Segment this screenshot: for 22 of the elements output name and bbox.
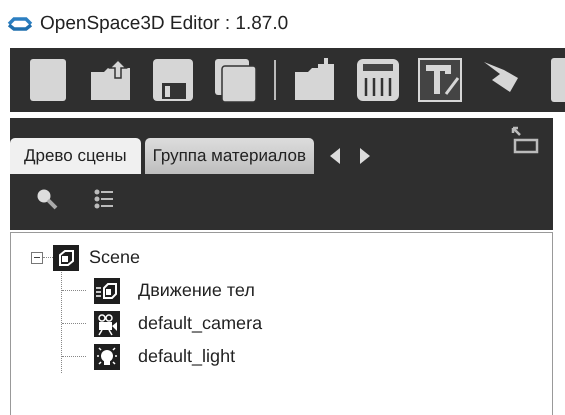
tab[interactable]: Группа материалов: [144, 138, 314, 174]
window-title: OpenSpace3D Editor : 1.87.0: [40, 13, 288, 35]
tree-item[interactable]: default_light: [138, 346, 236, 367]
tree-item[interactable]: Scene: [89, 247, 140, 268]
right-arrow-icon[interactable]: [360, 148, 370, 164]
list-icon[interactable]: [94, 188, 114, 210]
left-arrow-icon[interactable]: [330, 148, 340, 164]
film-camera-icon: [94, 310, 120, 336]
tree-item[interactable]: default_camera: [138, 313, 262, 334]
tree-item[interactable]: Движение тел: [138, 280, 255, 301]
cube-icon: [53, 244, 79, 270]
restore-window-icon[interactable]: [511, 126, 539, 156]
search-icon[interactable]: [36, 188, 58, 210]
save-icon[interactable]: [150, 56, 196, 104]
mixer-icon[interactable]: [354, 56, 400, 104]
cube-lines-icon: [94, 278, 120, 304]
save-as-icon[interactable]: [212, 56, 258, 104]
app-logo-icon: [6, 16, 34, 32]
text-editor-icon[interactable]: [416, 56, 462, 104]
tab[interactable]: Древо сцены: [10, 138, 141, 174]
light-bulb-icon: [94, 344, 120, 370]
collapse-toggle[interactable]: [31, 252, 43, 264]
